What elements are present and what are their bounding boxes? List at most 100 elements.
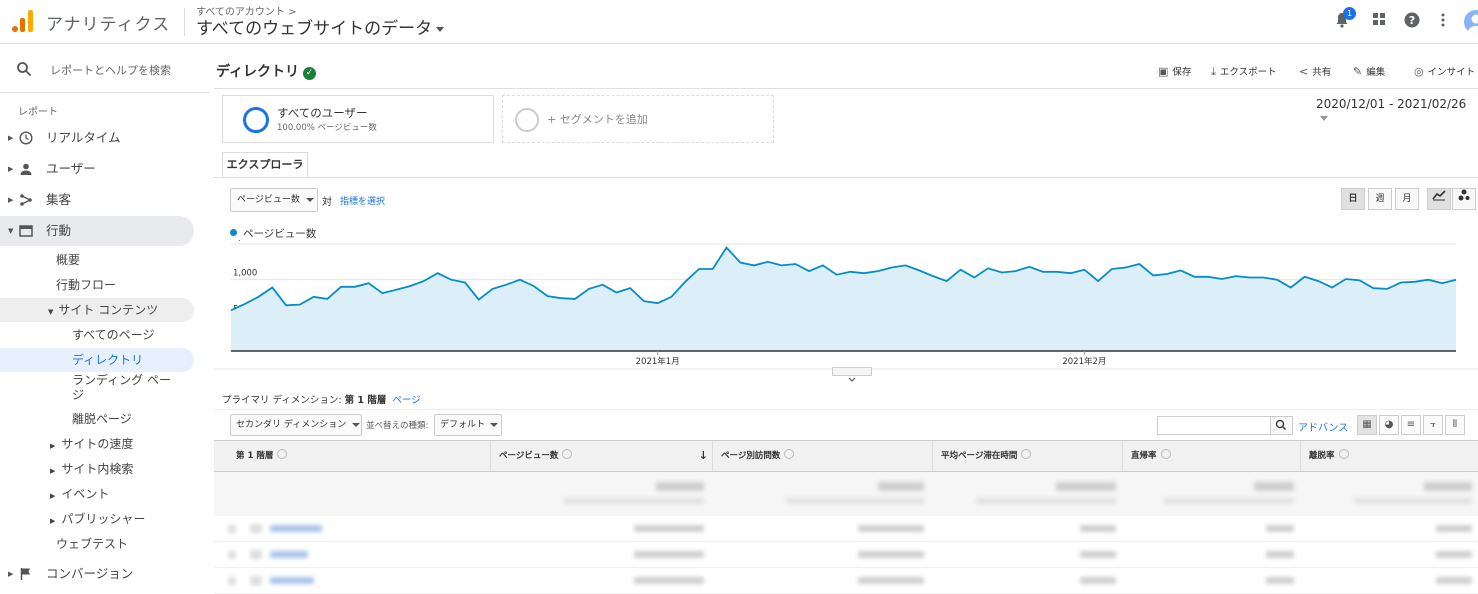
account-selector[interactable]: すべてのウェブサイトのデータ <box>196 14 444 39</box>
sidebar-item-landing-pages[interactable]: ランディング ページ <box>72 373 172 403</box>
sidebar-item-events[interactable]: ▶イベント <box>50 482 109 506</box>
sidebar-item-publisher[interactable]: ▶パブリッシャー <box>50 507 145 531</box>
primary-dimension: プライマリ ディメンション: 第 1 階層ページ <box>222 392 421 406</box>
sidebar-item-directory[interactable]: ディレクトリ <box>0 348 194 372</box>
table-view-button[interactable]: ▦ <box>1357 415 1377 435</box>
date-range-picker[interactable]: 2020/12/01 - 2021/02/26 <box>1316 97 1478 125</box>
sidebar-item-label: コンバージョン <box>46 559 133 589</box>
download-icon: ⤓ <box>1211 65 1216 78</box>
select-metric-link[interactable]: 指標を選択 <box>340 194 385 207</box>
x-tick-label: 2021年1月 <box>636 356 680 367</box>
secondary-dimension-select[interactable]: セカンダリ ディメンション <box>230 414 362 436</box>
bubble-chart-icon <box>1458 189 1470 201</box>
blurred-value <box>228 551 236 559</box>
granularity-month-button[interactable]: 月 <box>1395 188 1419 210</box>
export-button[interactable]: ⤓ エクスポート <box>1211 64 1277 79</box>
sidebar-item-exit-pages[interactable]: 離脱ページ <box>72 407 132 431</box>
avatar[interactable] <box>1464 10 1478 34</box>
blurred-value <box>1436 577 1472 584</box>
table-totals-row <box>214 472 1478 516</box>
export-label: エクスポート <box>1220 67 1277 78</box>
column-header-level1[interactable]: 第 1 階層 <box>214 441 490 471</box>
main-content: ディレクトリ✓ ▣保存 ⤓エクスポート <共有 ✎編集 ◎インサイト すべてのユ… <box>214 45 1478 580</box>
line-chart-icon <box>1432 189 1446 201</box>
help-tooltip-icon[interactable] <box>1021 449 1031 459</box>
metric-select[interactable]: ページビュー数 <box>230 188 318 212</box>
report-search[interactable]: レポートとヘルプを検索 <box>0 45 210 93</box>
sidebar-item-conversion[interactable]: ▶ コンバージョン <box>0 559 194 589</box>
pie-view-button[interactable]: ◕ <box>1379 415 1399 435</box>
blurred-value <box>1424 482 1472 491</box>
column-header-bounce-rate[interactable]: 直帰率 <box>1122 441 1300 471</box>
sidebar-item-all-pages[interactable]: すべてのページ <box>72 323 154 347</box>
sidebar-item-label: パブリッシャー <box>61 512 145 526</box>
blurred-value <box>1164 498 1294 504</box>
blurred-value <box>270 551 308 558</box>
chevron-down-icon <box>352 423 360 427</box>
add-segment-button[interactable]: + セグメントを追加 <box>502 95 774 143</box>
dimension-page-link[interactable]: ページ <box>392 395 420 406</box>
table-row[interactable] <box>214 542 1478 568</box>
granularity-day-button[interactable]: 日 <box>1341 188 1365 210</box>
sort-type-select[interactable]: デフォルト <box>434 414 502 436</box>
sidebar-item-site-content[interactable]: ▼サイト コンテンツ <box>0 298 194 322</box>
blurred-value <box>1436 551 1472 558</box>
analytics-logo-icon[interactable] <box>10 8 34 32</box>
sidebar-item-acquisition[interactable]: ▶ 集客 <box>0 185 194 215</box>
sidebar-item-site-speed[interactable]: ▶サイトの速度 <box>50 432 133 456</box>
sidebar-item-behavior[interactable]: ▼ 行動 <box>0 216 194 246</box>
segment-all-users[interactable]: すべてのユーザー 100.00% ページビュー数 <box>222 95 494 143</box>
advanced-filter-link[interactable]: アドバンス <box>1298 419 1348 434</box>
secondary-dimension-label: セカンダリ ディメンション <box>236 420 346 430</box>
sidebar-item-label: 行動 <box>46 216 71 246</box>
chevron-down-icon <box>436 27 444 32</box>
notification-badge: 1 <box>1343 7 1356 20</box>
help-tooltip-icon[interactable] <box>562 449 572 459</box>
performance-view-button[interactable]: ≡ <box>1401 415 1421 435</box>
help-icon[interactable]: ? <box>1403 12 1421 30</box>
insight-button[interactable]: ◎インサイト <box>1414 64 1475 78</box>
help-tooltip-icon[interactable] <box>784 449 794 459</box>
table-search-input[interactable] <box>1157 416 1293 435</box>
help-tooltip-icon[interactable] <box>277 449 287 459</box>
apps-grid-icon[interactable] <box>1370 12 1388 30</box>
help-tooltip-icon[interactable] <box>1339 449 1349 459</box>
table-row[interactable] <box>214 568 1478 594</box>
line-chart-toggle[interactable] <box>1427 188 1451 210</box>
sidebar-item-users[interactable]: ▶ ユーザー <box>0 154 194 184</box>
pageview-chart: 5001,0001,5002021年1月2021年2月 <box>214 240 1478 370</box>
sidebar-item-realtime[interactable]: ▶ リアルタイム <box>0 123 194 153</box>
more-vert-icon[interactable] <box>1434 12 1452 30</box>
blurred-value <box>564 498 704 504</box>
table-search-button[interactable] <box>1270 417 1292 434</box>
table-row[interactable] <box>214 516 1478 542</box>
column-header-pageviews[interactable]: ページビュー数↓ <box>490 441 712 471</box>
date-range-label: 2020/12/01 - 2021/02/26 <box>1316 97 1466 111</box>
motion-chart-toggle[interactable] <box>1452 188 1476 210</box>
sidebar-item-web-test[interactable]: ウェブテスト <box>56 532 128 556</box>
comparison-view-button[interactable]: ⫟ <box>1423 415 1443 435</box>
tab-explorer[interactable]: エクスプローラ <box>222 152 308 178</box>
column-header-unique-pageviews[interactable]: ページ別訪問数 <box>712 441 932 471</box>
granularity-week-button[interactable]: 週 <box>1368 188 1392 210</box>
sidebar-item-behavior-flow[interactable]: 行動フロー <box>56 273 116 297</box>
pivot-view-button[interactable]: ⦀ <box>1445 415 1465 435</box>
save-button[interactable]: ▣保存 <box>1158 64 1191 78</box>
sidebar-item-site-search[interactable]: ▶サイト内検索 <box>50 457 133 481</box>
help-tooltip-icon[interactable] <box>1161 449 1171 459</box>
blurred-value <box>250 524 262 533</box>
chart-resize-handle[interactable] <box>832 367 872 376</box>
column-header-exit-rate[interactable]: 離脱率 <box>1300 441 1478 471</box>
chevron-down-icon <box>1320 116 1328 121</box>
insight-label: インサイト <box>1428 67 1476 78</box>
share-button[interactable]: <共有 <box>1299 64 1331 78</box>
blurred-value <box>228 577 236 585</box>
sidebar-item-label: イベント <box>61 487 109 501</box>
blurred-value <box>656 482 704 491</box>
blurred-value <box>878 482 924 491</box>
column-header-avg-time[interactable]: 平均ページ滞在時間 <box>932 441 1122 471</box>
series-area <box>231 248 1456 351</box>
save-icon: ▣ <box>1158 65 1168 78</box>
sidebar-item-overview[interactable]: 概要 <box>56 248 80 272</box>
edit-button[interactable]: ✎編集 <box>1353 64 1385 78</box>
